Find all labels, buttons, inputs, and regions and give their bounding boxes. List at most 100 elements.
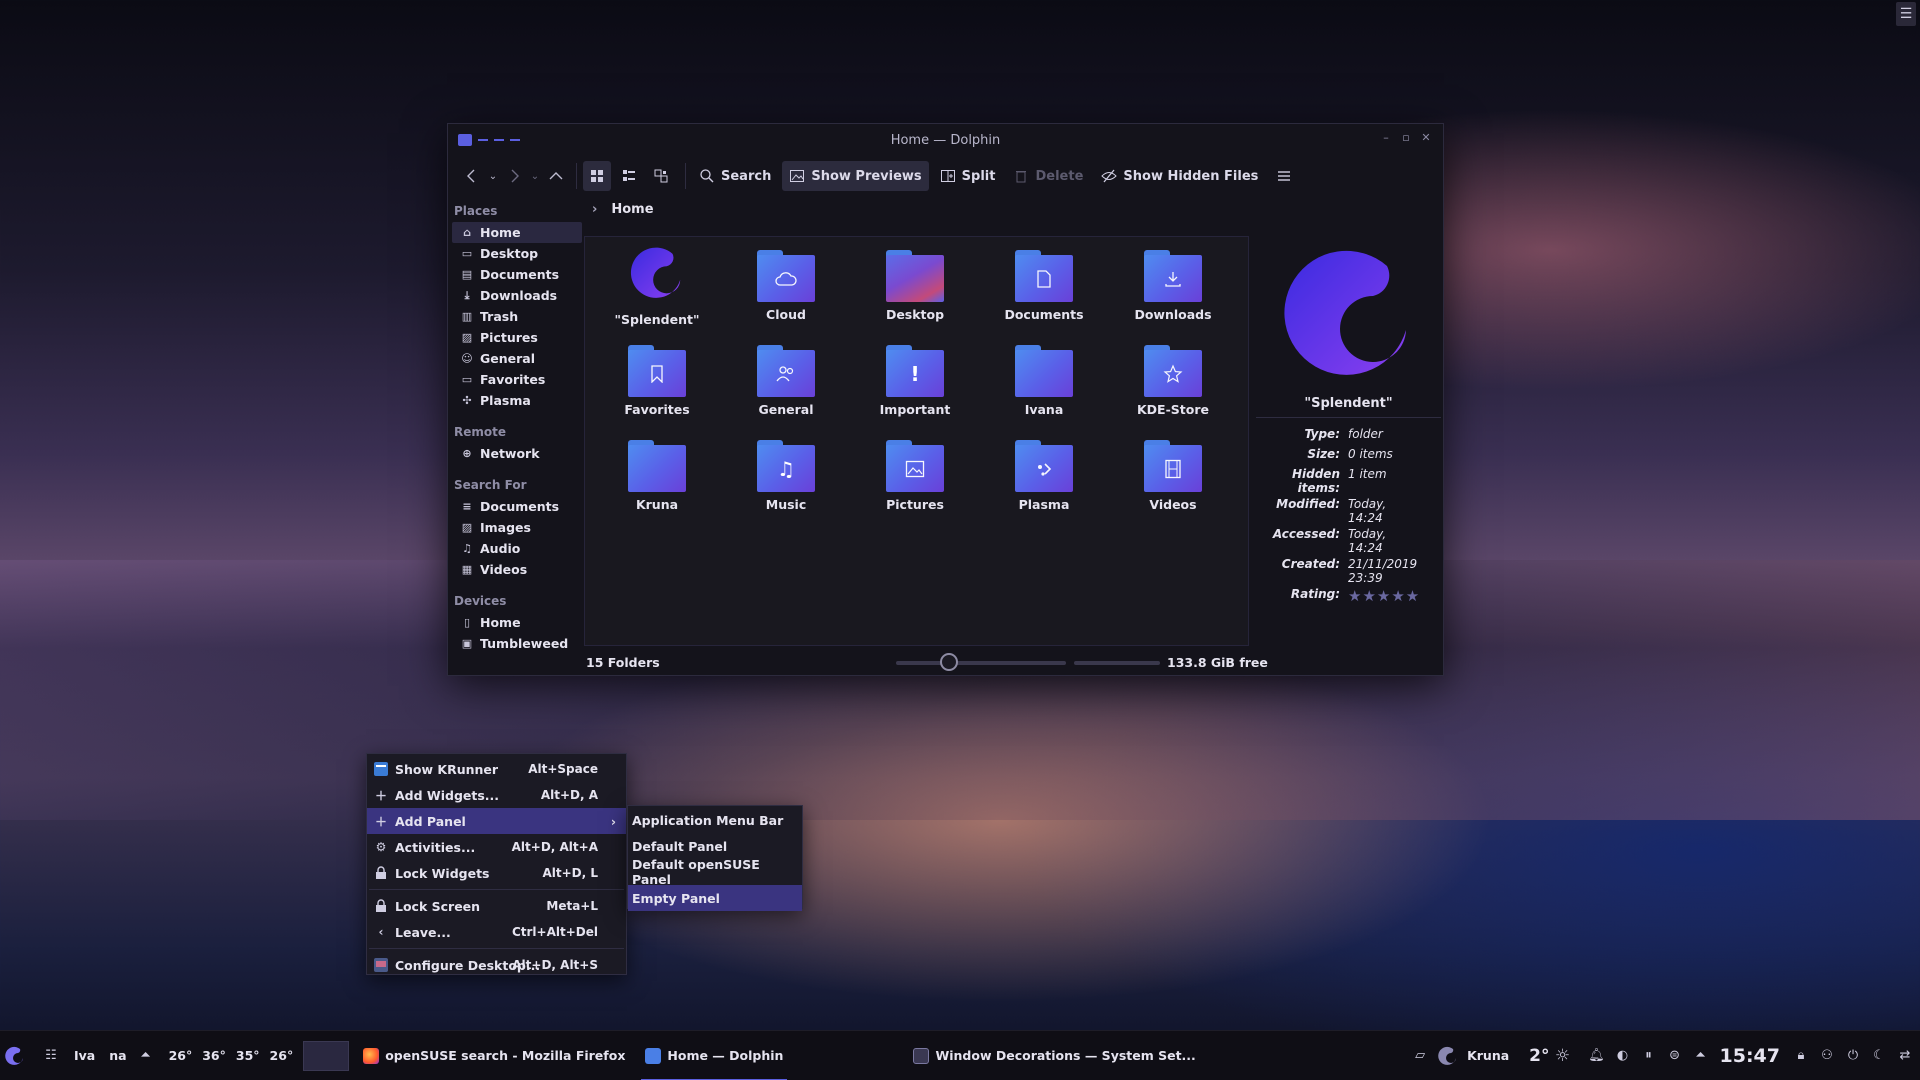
submenu-item-default-opensuse-panel[interactable]: Default openSUSE Panel [628,857,802,887]
menu-item-add-widgets[interactable]: ＋ Add Widgets... Alt+D, A [367,782,626,808]
menu-item-lock-screen[interactable]: Lock Screen Meta+L [367,893,626,919]
folder-item-documents[interactable]: Documents [989,250,1099,322]
zoom-slider-handle[interactable] [940,653,958,671]
sidebar-item-device-home[interactable]: ▯ Home [452,612,582,633]
submenu-item-empty-panel[interactable]: Empty Panel [628,885,802,911]
weather-location-a[interactable]: Iva [74,1048,95,1063]
sidebar-item-desktop[interactable]: ▭ Desktop [452,243,582,264]
folder-icon [628,345,686,397]
folder-item-general[interactable]: General [731,345,841,417]
folder-item-favorites[interactable]: Favorites [602,345,712,417]
zoom-slider-track[interactable] [896,661,1066,665]
switch-user-icon[interactable]: ⚇ [1818,1047,1836,1065]
menu-item-activities[interactable]: ⚙ Activities... Alt+D, Alt+A [367,834,626,860]
pager-icon[interactable]: ☷ [42,1047,60,1065]
delete-button[interactable]: Delete [1006,161,1090,191]
folder-item-important[interactable]: ! Important [860,345,970,417]
forward-button[interactable] [500,161,528,191]
breadcrumb-home[interactable]: Home [611,202,653,217]
panel-settings-icon[interactable]: ⇄ [1896,1047,1914,1065]
show-desktop-icon[interactable]: ▱ [1411,1047,1429,1065]
submenu-item-application-menu-bar[interactable]: Application Menu Bar [628,807,802,833]
file-view[interactable]: "Splendent" Cloud Desktop Documents Down… [584,236,1249,646]
sidebar-item-downloads[interactable]: ⤓ Downloads [452,285,582,306]
back-button[interactable] [458,161,486,191]
sidebar-item-search-audio[interactable]: ♫ Audio [452,538,582,559]
menu-item-add-panel[interactable]: ＋ Add Panel › [367,808,626,834]
sidebar-item-search-videos[interactable]: ▦ Videos [452,559,582,580]
sidebar-item-plasma[interactable]: ✣ Plasma [452,390,582,411]
minimize-icon[interactable]: – [1379,131,1393,147]
sidebar-item-network[interactable]: ⊕ Network [452,443,582,464]
clock[interactable]: 15:47 [1720,1045,1780,1067]
star-icon[interactable]: ★★★★★ [1348,587,1420,605]
sidebar-item-home[interactable]: ⌂ Home [452,222,582,243]
back-history-chevron-icon[interactable]: ⌄ [486,161,500,191]
close-icon[interactable]: ✕ [1419,131,1433,147]
folder-item-kde-store[interactable]: KDE-Store [1118,345,1228,417]
sidebar-item-general[interactable]: ☺ General [452,348,582,369]
power-icon[interactable]: ⏻ [1844,1047,1862,1065]
user-name[interactable]: Kruna [1467,1048,1509,1063]
folder-item-pictures[interactable]: Pictures [860,440,970,512]
split-button[interactable]: Split [933,161,1003,191]
weather-temperature[interactable]: 2° [1529,1046,1549,1066]
sidebar-item-search-documents[interactable]: ≡ Documents [452,496,582,517]
forward-history-chevron-icon[interactable]: ⌄ [528,161,542,191]
folder-item-cloud[interactable]: Cloud [731,250,841,322]
up-button[interactable] [542,161,570,191]
show-previews-button[interactable]: Show Previews [782,161,929,191]
folder-item-music[interactable]: ♫ Music [731,440,841,512]
system-tray-expand-icon[interactable]: ⏶ [1692,1047,1710,1065]
folder-item-desktop[interactable]: Desktop [860,250,970,322]
sidebar-item-device-tumbleweed[interactable]: ▣ Tumbleweed [452,633,582,654]
media-pause-icon[interactable]: ⏸︎ [1640,1047,1658,1065]
menu-item-shortcut: Alt+Space [528,762,598,776]
notifications-icon[interactable]: 🔔︎ [1588,1047,1606,1065]
sidebar-item-pictures[interactable]: ▨ Pictures [452,327,582,348]
application-launcher-icon[interactable] [4,1046,26,1065]
details-view-button[interactable] [647,161,675,191]
task-dolphin[interactable]: Home — Dolphin [635,1031,793,1080]
sleep-icon[interactable]: ☾ [1870,1047,1888,1065]
window-title: Home — Dolphin [890,133,1001,148]
info-key: Rating: [1290,587,1340,601]
menu-item-lock-widgets[interactable]: Lock Widgets Alt+D, L [367,860,626,886]
sidebar-item-trash[interactable]: ▥ Trash [452,306,582,327]
rating-stars[interactable]: ★★★★★ [1344,586,1424,606]
menu-item-show-krunner[interactable]: Show KRunner Alt+Space [367,756,626,782]
desktop-toolbox-icon[interactable]: ☰ [1896,2,1916,26]
menu-item-configure-desktop[interactable]: Configure Desktop... Alt+D, Alt+S [367,952,626,978]
folder-item-plasma[interactable]: Plasma [989,440,1099,512]
hamburger-menu-button[interactable] [1269,161,1299,191]
folder-item-downloads[interactable]: Downloads [1118,250,1228,322]
sun-icon[interactable]: ☼ [1554,1046,1572,1066]
menu-item-leave[interactable]: ‹ Leave... Ctrl+Alt+Del [367,919,626,945]
folder-item-videos[interactable]: Videos [1118,440,1228,512]
maximize-icon[interactable]: ▫ [1399,131,1413,147]
plus-icon: ＋ [374,788,387,803]
submenu-item-default-panel[interactable]: Default Panel [628,833,802,859]
updates-icon[interactable]: ⊜ [1666,1047,1684,1065]
user-avatar-icon[interactable] [1437,1046,1459,1065]
show-hidden-files-button[interactable]: Show Hidden Files [1094,161,1265,191]
sidebar-item-favorites[interactable]: ▭ Favorites [452,369,582,390]
task-firefox[interactable]: openSUSE search - Mozilla Firefox [353,1031,635,1080]
compact-view-button[interactable] [615,161,643,191]
folder-item-kruna[interactable]: Kruna [602,440,712,512]
task-system-settings[interactable]: Window Decorations — System Set... [903,1031,1205,1080]
search-button[interactable]: Search [692,161,778,191]
folder-item-splendent[interactable]: "Splendent" [602,245,712,327]
folder-item-ivana[interactable]: Ivana [989,345,1099,417]
sidebar-item-search-images[interactable]: ▨ Images [452,517,582,538]
menu-item-shortcut: Alt+D, A [540,788,598,802]
weather-location-b[interactable]: na [109,1048,126,1063]
sidebar-item-label: Documents [480,267,560,282]
night-color-icon[interactable]: ◐ [1614,1047,1632,1065]
sidebar-item-documents[interactable]: ▤ Documents [452,264,582,285]
icons-view-button[interactable] [583,161,611,191]
lock-icon[interactable]: 🔒︎ [1792,1047,1810,1065]
folder-count: 15 Folders [586,654,660,670]
chevron-right-icon[interactable]: › [592,202,597,217]
desktop-pager[interactable] [303,1040,350,1071]
